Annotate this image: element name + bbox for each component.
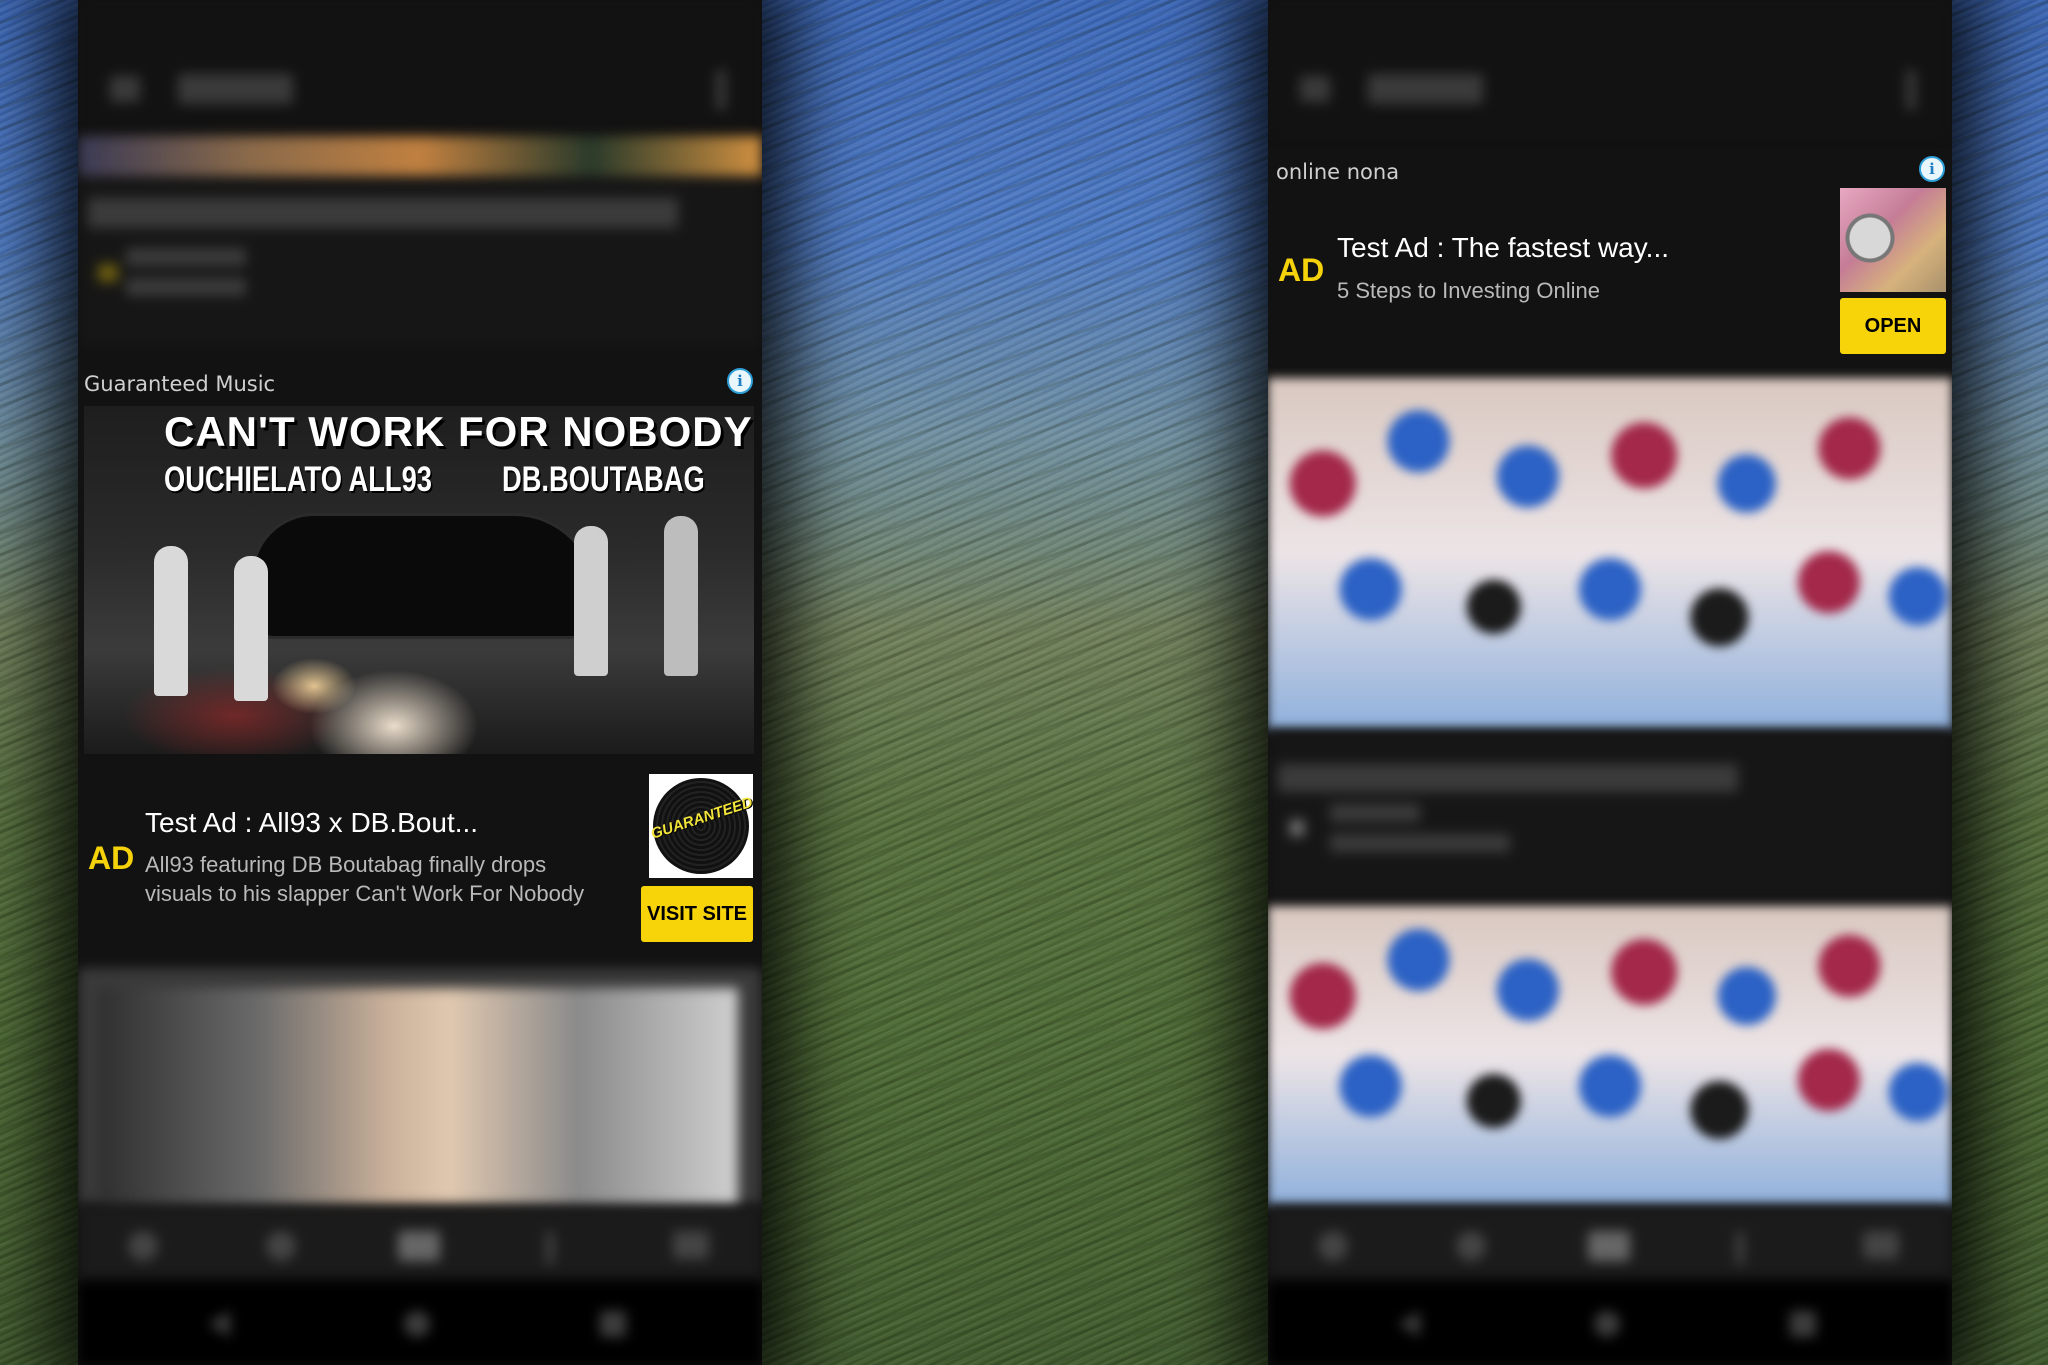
news-thumbnail — [78, 136, 762, 176]
menu-icon[interactable] — [110, 76, 140, 102]
car-image — [254, 516, 594, 636]
news-image[interactable] — [1268, 906, 1952, 1206]
news-image[interactable] — [1268, 378, 1952, 730]
app-title — [178, 74, 293, 104]
visit-site-button[interactable]: VISIT SITE — [641, 886, 753, 942]
media-artist-left: OUCHIELATO ALL93 — [164, 460, 432, 499]
ad-badge: AD — [1278, 252, 1325, 288]
home-icon[interactable] — [404, 1311, 430, 1337]
news-meta — [1330, 834, 1510, 852]
overflow-icon[interactable] — [716, 70, 726, 110]
news-card[interactable] — [78, 136, 762, 348]
recents-icon[interactable] — [1790, 1311, 1816, 1337]
bottom-navigation — [1268, 1205, 1952, 1281]
open-button[interactable]: OPEN — [1840, 298, 1946, 354]
overflow-icon[interactable] — [1906, 70, 1916, 110]
ad-description-line: visuals to his slapper Can't Work For No… — [145, 881, 585, 906]
menu-icon[interactable] — [1300, 76, 1330, 102]
bottom-navigation — [78, 1205, 762, 1281]
news-icon — [98, 264, 118, 282]
phone-screen-left: Guaranteed Music i CAN'T WORK FOR NOBODY… — [78, 0, 762, 1365]
refresh-icon[interactable] — [1456, 1231, 1486, 1261]
person-figure — [574, 526, 608, 676]
menu-icon[interactable] — [673, 1231, 709, 1259]
ad-media[interactable]: CAN'T WORK FOR NOBODY OUCHIELATO ALL93 D… — [84, 406, 754, 754]
system-navigation — [78, 1281, 762, 1365]
info-icon[interactable]: i — [727, 368, 753, 394]
person-figure — [234, 556, 268, 701]
overflow-icon[interactable] — [1736, 1231, 1744, 1265]
media-title: CAN'T WORK FOR NOBODY — [164, 408, 753, 455]
info-icon[interactable]: i — [1919, 156, 1945, 182]
person-figure — [154, 546, 188, 696]
news-meta — [126, 278, 246, 296]
app-bar — [1268, 0, 1952, 140]
menu-icon[interactable] — [1863, 1231, 1899, 1259]
news-category — [126, 248, 246, 266]
phone-screen-right: online nona i AD Test Ad : The fastest w… — [1268, 0, 1952, 1365]
home-icon[interactable] — [1594, 1311, 1620, 1337]
ad-sponsor: online nona — [1276, 160, 1400, 184]
native-ad-card[interactable]: online nona i AD Test Ad : The fastest w… — [1268, 148, 1952, 370]
ad-description-line: All93 featuring DB Boutabag finally drop… — [145, 852, 547, 877]
news-category — [1330, 804, 1420, 822]
recents-icon[interactable] — [600, 1311, 626, 1337]
overflow-icon[interactable] — [546, 1231, 554, 1265]
native-ad-card[interactable]: Guaranteed Music i CAN'T WORK FOR NOBODY… — [78, 356, 762, 960]
app-bar — [78, 0, 762, 140]
back-icon[interactable] — [208, 1311, 230, 1337]
ad-title[interactable]: Test Ad : The fastest way... — [1337, 232, 1669, 264]
back-icon[interactable] — [1398, 1311, 1420, 1337]
person-figure — [664, 516, 698, 676]
ad-description: 5 Steps to Investing Online — [1337, 278, 1600, 303]
system-navigation — [1268, 1281, 1952, 1365]
app-title — [1368, 74, 1483, 104]
search-icon[interactable] — [128, 1231, 158, 1261]
ad-title[interactable]: Test Ad : All93 x DB.Bout... — [145, 807, 478, 839]
mail-icon[interactable] — [1588, 1231, 1630, 1261]
news-headline — [1278, 764, 1738, 792]
news-card[interactable] — [78, 968, 762, 1208]
media-artist-right: DB.BOUTABAG — [502, 460, 705, 499]
advertiser-logo: GUARANTEED — [649, 774, 755, 878]
ad-sponsor: Guaranteed Music — [84, 372, 276, 396]
news-headline — [88, 198, 678, 228]
news-thumbnail — [98, 988, 738, 1208]
search-icon[interactable] — [1318, 1231, 1348, 1261]
mail-icon[interactable] — [398, 1231, 440, 1261]
refresh-icon[interactable] — [266, 1231, 296, 1261]
advertiser-image — [1840, 188, 1946, 292]
ad-badge: AD — [88, 840, 135, 876]
news-icon — [1290, 820, 1304, 836]
ad-description: All93 featuring DB Boutabag finally drop… — [145, 850, 584, 908]
news-card-meta[interactable] — [1268, 730, 1952, 900]
